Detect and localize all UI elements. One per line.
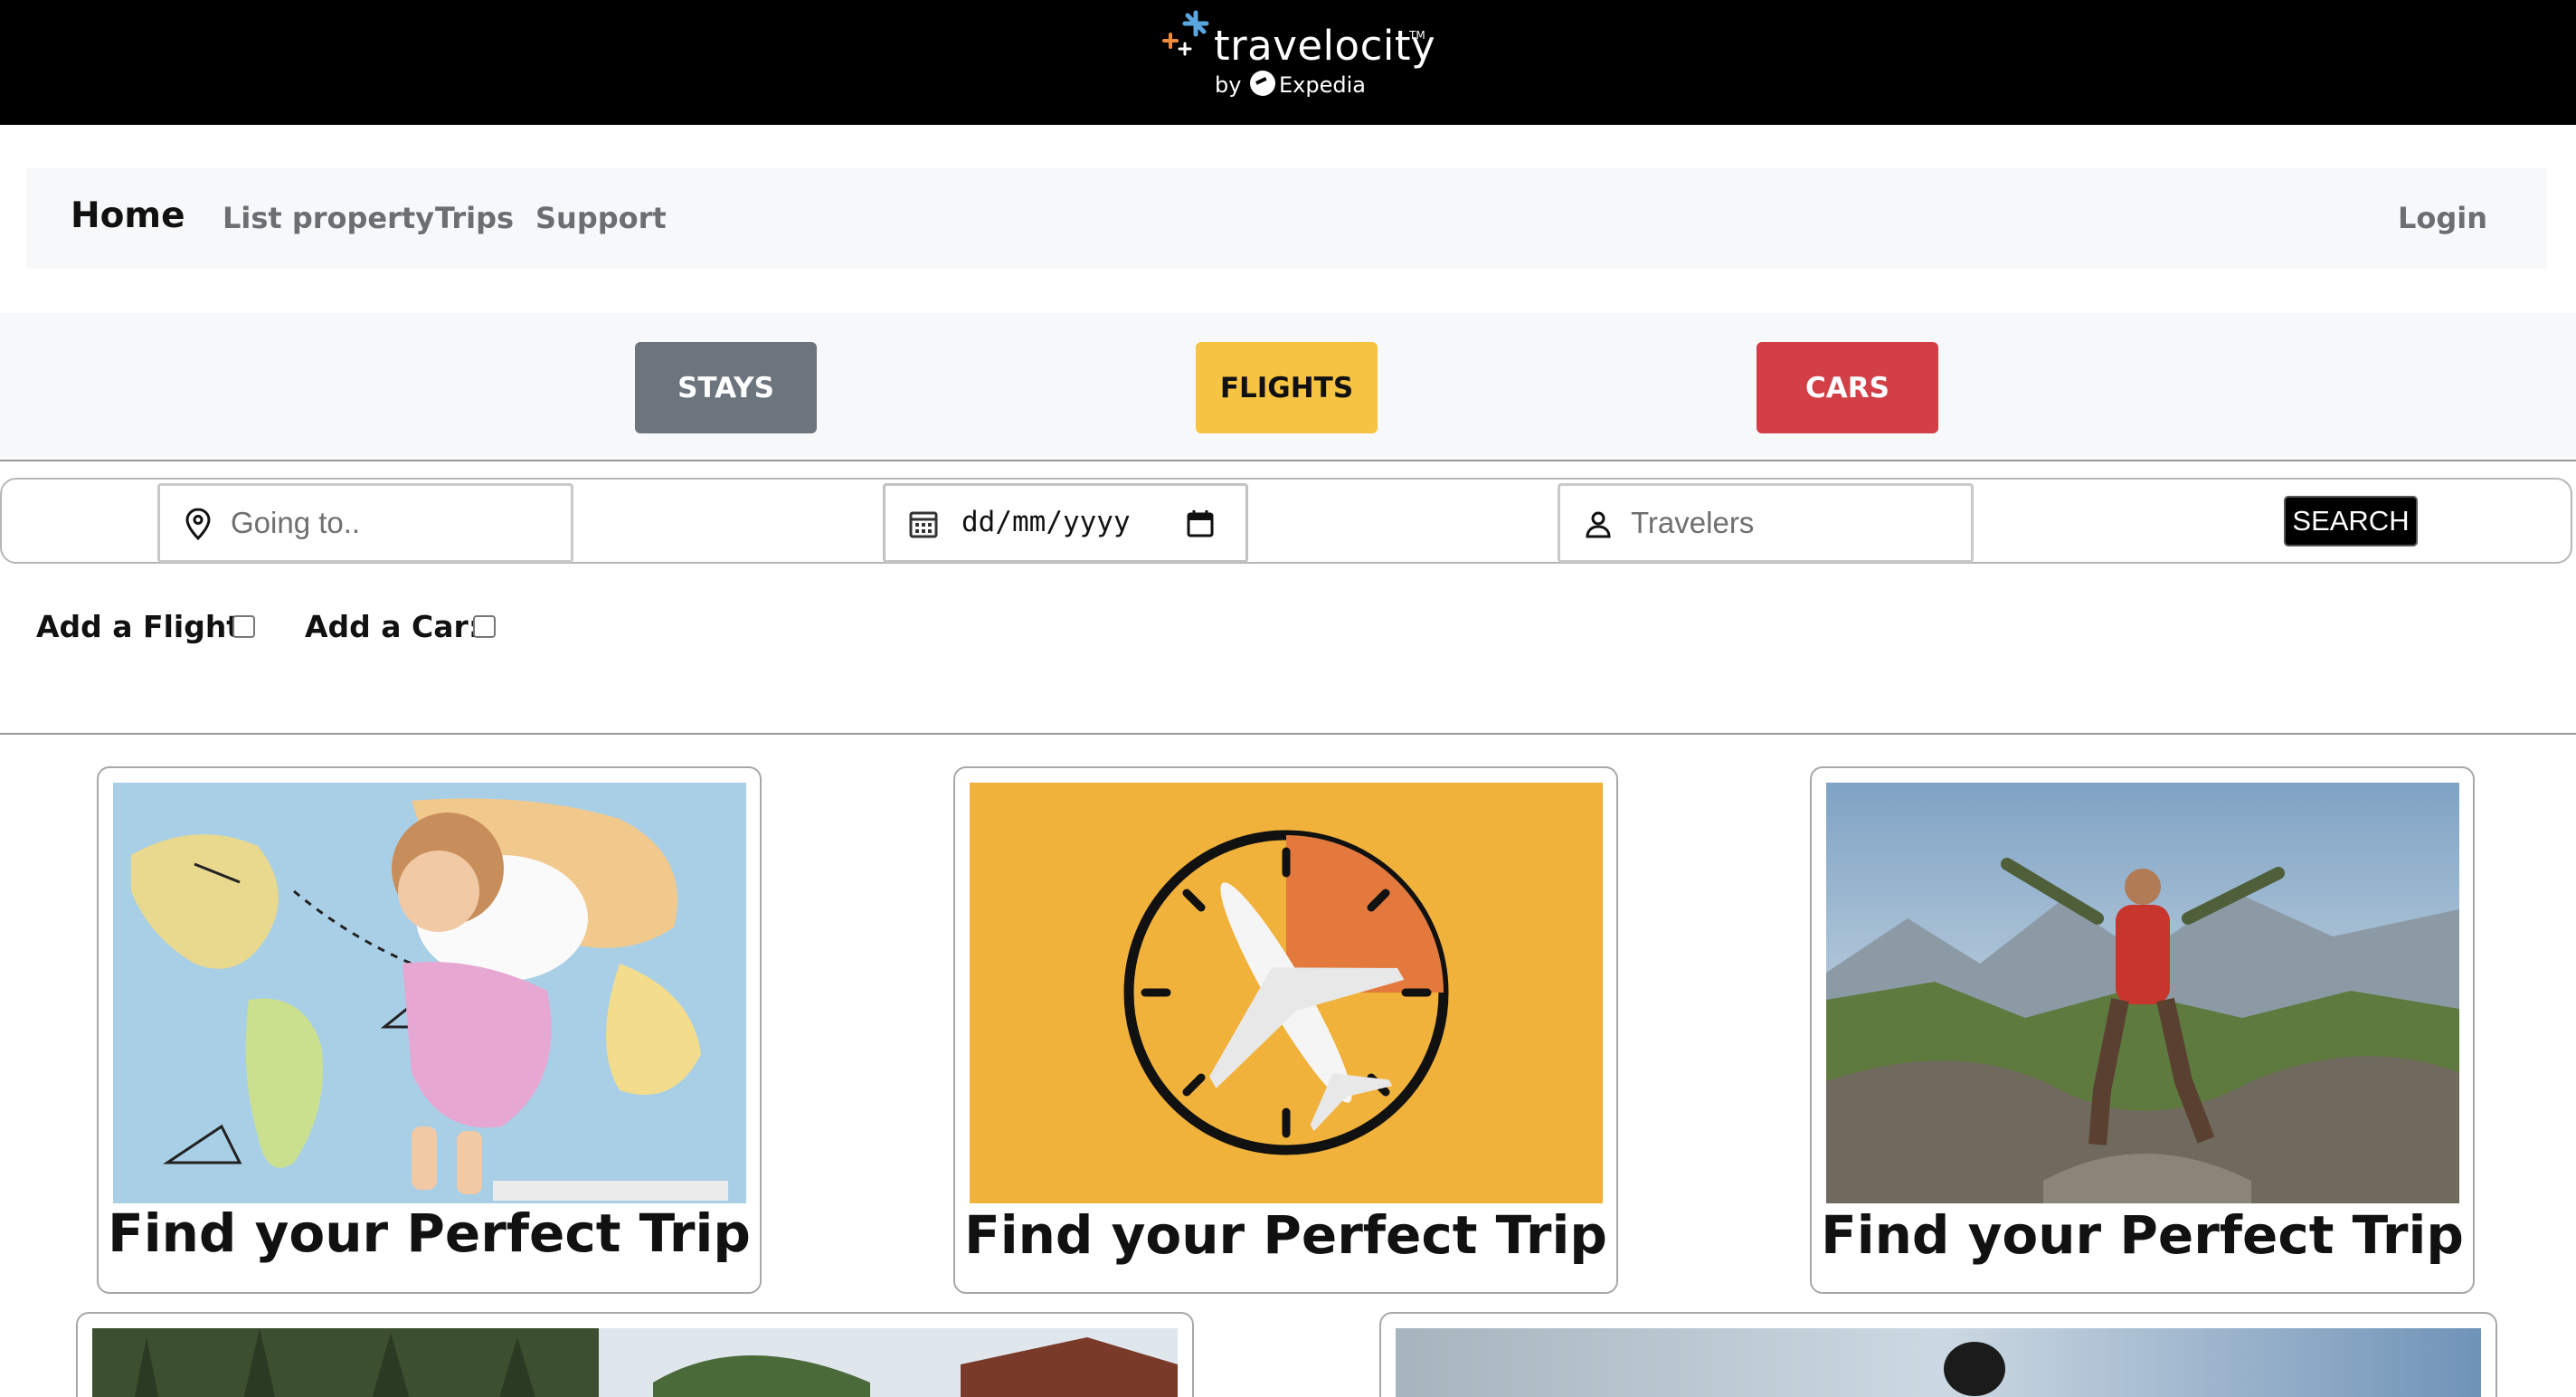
stays-button[interactable]: STAYS <box>635 342 817 433</box>
trip-card[interactable] <box>1379 1312 2497 1397</box>
cars-button[interactable]: CARS <box>1757 342 1938 433</box>
brand-header: travelocity TM by Expedia <box>0 0 2576 125</box>
category-band: STAYS FLIGHTS CARS <box>0 313 2576 461</box>
card-title: Find your Perfect Trip <box>1821 1204 2464 1266</box>
nav-home-link[interactable]: Home <box>71 195 185 236</box>
nav-support-link[interactable]: Support <box>535 201 667 235</box>
airplane-clock-image <box>970 783 1603 1203</box>
add-car-label: Add a Car: <box>305 609 480 644</box>
destination-input[interactable] <box>231 499 556 547</box>
trip-card[interactable]: Find your Perfect Trip <box>953 766 1618 1294</box>
nav-list-property-link[interactable]: List property <box>223 201 434 235</box>
search-button[interactable]: SEARCH <box>2284 496 2418 546</box>
login-link[interactable]: Login <box>2398 201 2487 235</box>
flights-button[interactable]: FLIGHTS <box>1196 342 1378 433</box>
brand-name: travelocity <box>1214 22 1436 70</box>
palm-resort-image <box>92 1328 1178 1397</box>
brand-by: by <box>1215 72 1242 98</box>
main-nav: Home List property Trips Support Login <box>26 168 2547 269</box>
date-input[interactable]: dd/mm/yyyy <box>961 506 1131 538</box>
trip-card[interactable]: Find your Perfect Trip <box>97 766 762 1294</box>
date-field[interactable]: dd/mm/yyyy <box>883 483 1248 563</box>
add-flight-checkbox[interactable] <box>232 615 255 638</box>
trip-card[interactable] <box>76 1312 1194 1397</box>
travelocity-star-icon <box>1162 10 1209 56</box>
section-divider <box>0 733 2576 735</box>
nav-trips-link[interactable]: Trips <box>435 201 514 235</box>
calendar-icon <box>909 511 938 538</box>
trip-card[interactable]: Find your Perfect Trip <box>1810 766 2475 1294</box>
expedia-icon <box>1250 71 1275 96</box>
map-pin-icon <box>185 508 211 541</box>
card-title: Find your Perfect Trip <box>964 1204 1607 1266</box>
travelers-input[interactable] <box>1631 499 1956 547</box>
search-form: dd/mm/yyyy SEARCH <box>0 478 2572 564</box>
girl-map-image <box>113 783 746 1203</box>
cyclist-sky-image <box>1396 1328 2481 1397</box>
travelocity-logo[interactable]: travelocity TM by Expedia <box>1158 7 1435 107</box>
hiker-image <box>1826 783 2459 1203</box>
card-title: Find your Perfect Trip <box>108 1202 751 1264</box>
travelers-field[interactable] <box>1558 483 1974 563</box>
trademark-mark: TM <box>1409 29 1425 42</box>
destination-field[interactable] <box>157 483 573 563</box>
brand-parent: Expedia <box>1279 72 1366 98</box>
add-car-checkbox[interactable] <box>473 615 496 638</box>
add-flight-label: Add a Flight: <box>36 609 253 644</box>
date-picker-icon[interactable] <box>1184 508 1217 540</box>
person-icon <box>1586 511 1611 538</box>
